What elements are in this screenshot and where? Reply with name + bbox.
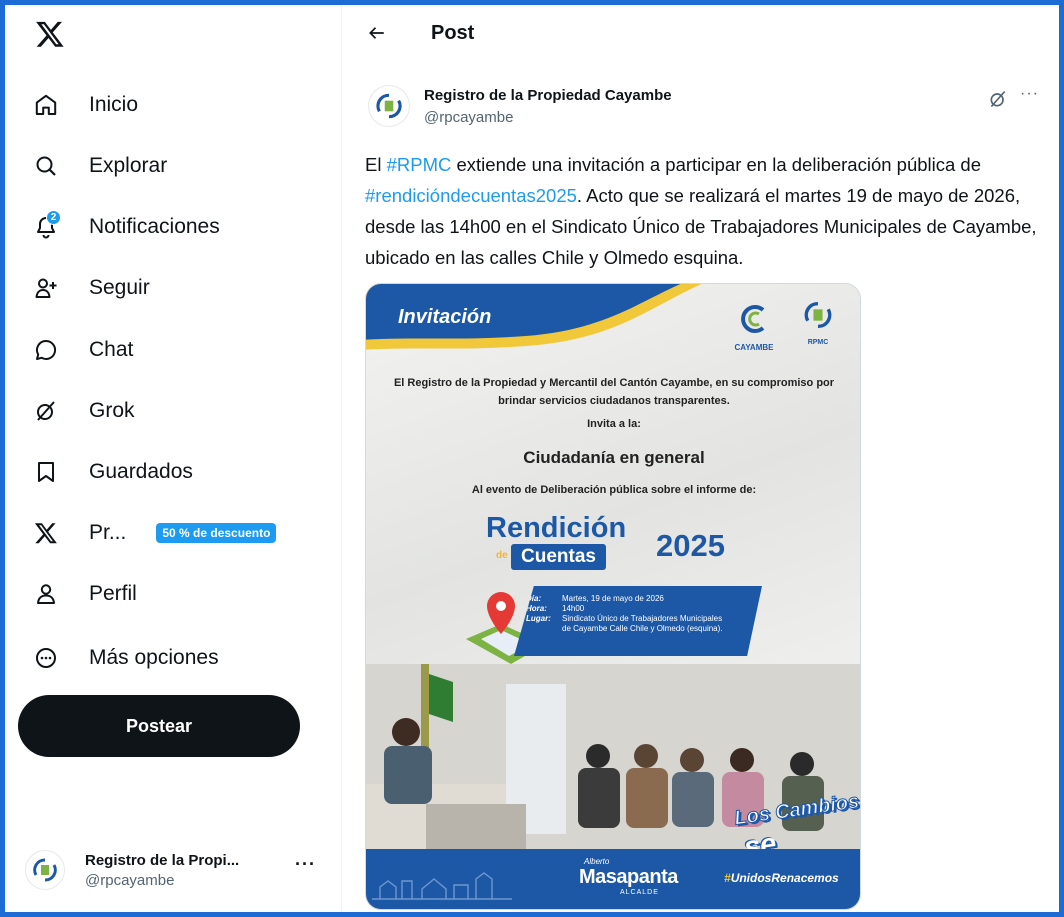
- town-skyline-icon: [372, 872, 512, 900]
- nav-more-options[interactable]: Más opciones: [25, 633, 335, 683]
- post-header-bar: Post: [343, 5, 1059, 61]
- nav-bookmarks[interactable]: Guardados: [25, 447, 335, 497]
- post-button[interactable]: Postear: [18, 695, 300, 757]
- post-text: El #RPMC extiende una invitación a parti…: [365, 149, 1055, 273]
- event-line: Al evento de Deliberación pública sobre …: [471, 484, 757, 496]
- audience-heading: Ciudadanía en general: [523, 448, 705, 467]
- nav-label: Inicio: [89, 93, 139, 116]
- invites-line: Invita a la:: [587, 418, 641, 430]
- avatar: [25, 850, 65, 890]
- post-text-part: El: [365, 154, 387, 175]
- hashtag-link[interactable]: #RPMC: [387, 154, 452, 175]
- account-name: Registro de la Propi...: [85, 851, 240, 869]
- nav-label: Explorar: [89, 154, 168, 177]
- rendicion-title: Rendición: [486, 512, 627, 544]
- nav-label: Guardados: [89, 460, 193, 483]
- mayor-first-name: Alberto: [584, 857, 610, 866]
- follow-icon: [31, 273, 61, 303]
- author-handle[interactable]: @rpcayambe: [424, 109, 513, 126]
- invitation-title: Invitación: [398, 306, 492, 328]
- nav-label: Seguir: [89, 276, 150, 299]
- detail-key: Hora:: [526, 604, 547, 613]
- invitation-paragraph: El Registro de la Propiedad y Mercantil …: [393, 377, 835, 407]
- discount-badge: 50 % de descuento: [156, 523, 277, 543]
- de-word: de: [496, 550, 508, 561]
- nav-notifications[interactable]: 2 Notificaciones: [25, 202, 335, 252]
- search-icon: [31, 151, 61, 181]
- bell-icon: 2: [31, 210, 61, 242]
- nav-explore[interactable]: Explorar: [25, 141, 335, 191]
- chat-icon: [31, 335, 61, 365]
- hashtag-link[interactable]: #rendicióndecuentas2025: [365, 185, 577, 206]
- nav-label: Más opciones: [89, 646, 219, 669]
- post-text-part: extiende una invitación a participar en …: [451, 154, 982, 175]
- profile-icon: [31, 579, 61, 609]
- detail-value: Martes, 19 de mayo de 2026: [562, 594, 664, 603]
- image-footer-band: Alberto Masapanta ALCALDE #UnidosRenacem…: [366, 849, 860, 909]
- nav-label: Grok: [89, 399, 135, 422]
- year-title: 2025: [656, 528, 725, 563]
- account-switcher[interactable]: Registro de la Propi... @rpcayambe ···: [25, 840, 335, 900]
- cuentas-title: Cuentas: [511, 544, 606, 570]
- x-premium-icon: [31, 518, 61, 548]
- nav-premium[interactable]: Pr... 50 % de descuento: [25, 508, 335, 558]
- grok-icon: [31, 396, 61, 426]
- grok-icon[interactable]: [988, 89, 1010, 111]
- campaign-hashtag-text: UnidosRenacemos: [730, 871, 839, 885]
- sidebar: Inicio Explorar 2 Notificaciones Seguir …: [5, 5, 342, 912]
- nav-profile[interactable]: Perfil: [25, 569, 335, 619]
- nav-grok[interactable]: Grok: [25, 386, 335, 436]
- nav-follow[interactable]: Seguir: [25, 263, 335, 313]
- campaign-hashtag: #UnidosRenacemos: [724, 871, 839, 885]
- home-icon: [31, 90, 61, 120]
- detail-key: Lugar:: [526, 614, 551, 623]
- back-arrow-icon[interactable]: [365, 21, 389, 45]
- rpmc-logo: RPMC: [792, 298, 844, 368]
- nav-label: Perfil: [89, 582, 137, 605]
- author-avatar[interactable]: [368, 85, 410, 127]
- cayambe-logo: CAYAMBE: [726, 302, 782, 360]
- detail-key: Día:: [526, 594, 542, 603]
- nav-chat[interactable]: Chat: [25, 325, 335, 375]
- post-more-icon[interactable]: ···: [1020, 85, 1039, 103]
- nav-home[interactable]: Inicio: [25, 80, 335, 130]
- detail-value: Sindicato Único de Trabajadores Municipa…: [562, 614, 723, 633]
- nav-label: Pr...: [89, 521, 127, 544]
- notification-count-badge: 2: [46, 210, 61, 225]
- account-handle: @rpcayambe: [85, 871, 175, 889]
- campaign-hash-symbol: #: [724, 871, 731, 885]
- bookmark-icon: [31, 457, 61, 487]
- mayor-title: ALCALDE: [620, 889, 659, 896]
- post-image[interactable]: Invitación CAYAMBE RPMC El Registro de l…: [365, 283, 861, 910]
- x-logo-icon[interactable]: [35, 19, 67, 51]
- rpmc-logo-caption: RPMC: [807, 339, 829, 346]
- cayambe-logo-caption: CAYAMBE: [734, 343, 774, 352]
- account-more-icon[interactable]: ···: [295, 854, 316, 875]
- author-name[interactable]: Registro de la Propiedad Cayambe: [424, 87, 672, 104]
- main-column: Post Registro de la Propiedad Cayambe @r…: [343, 5, 1059, 912]
- detail-value: 14h00: [562, 604, 585, 613]
- page-title: Post: [431, 21, 475, 44]
- post-author-row: Registro de la Propiedad Cayambe @rpcaya…: [368, 83, 1058, 135]
- event-details-box: Día: Martes, 19 de mayo de 2026 Hora: 14h0…: [514, 586, 762, 656]
- nav-label: Notificaciones: [89, 215, 220, 238]
- nav-label: Chat: [89, 338, 134, 361]
- mayor-last-name: Masapanta: [579, 866, 678, 888]
- more-circle-icon: [31, 643, 61, 673]
